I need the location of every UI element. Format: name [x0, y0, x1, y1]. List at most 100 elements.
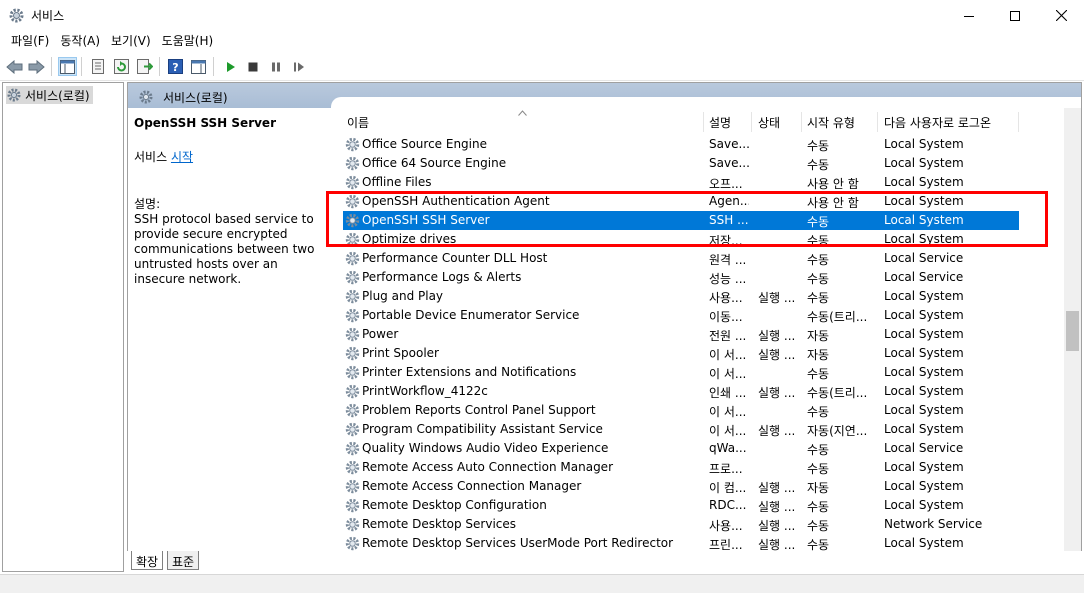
show-hide-action-pane-button[interactable]: [189, 57, 208, 76]
service-gear-icon: [345, 365, 360, 380]
service-name: Program Compatibility Assistant Service: [362, 422, 603, 436]
help-button[interactable]: ?: [166, 57, 185, 76]
service-gear-icon: [345, 498, 360, 513]
column-divider[interactable]: [1018, 112, 1019, 132]
show-hide-tree-button[interactable]: [58, 57, 77, 76]
maximize-button[interactable]: [992, 0, 1038, 31]
column-divider[interactable]: [703, 112, 704, 132]
show-hide-tree-icon: [60, 59, 75, 74]
service-name: Remote Access Connection Manager: [362, 479, 582, 493]
restart-service-button[interactable]: [289, 57, 308, 76]
start-service-link[interactable]: 시작: [171, 150, 193, 164]
service-log-on-as: Local System: [884, 460, 964, 474]
service-startup-type: 자동: [807, 348, 830, 362]
service-row[interactable]: Power 전원 ... 실행 ... 자동 Local System: [331, 325, 1064, 344]
service-log-on-as: Local System: [884, 289, 964, 303]
refresh-icon: [114, 59, 129, 74]
service-row[interactable]: Remote Access Connection Manager 이 컴... 실행…: [331, 477, 1064, 496]
service-gear-icon: [345, 175, 360, 190]
service-row[interactable]: Performance Logs & Alerts 성능 ... 수동 Local S…: [331, 268, 1064, 287]
column-header-startup-type[interactable]: 시작 유형: [807, 114, 855, 131]
service-name: Remote Desktop Services UserMode Port Re…: [362, 536, 674, 550]
service-status: 실행 ...: [758, 386, 796, 400]
service-log-on-as: Local System: [884, 384, 964, 398]
service-row[interactable]: Remote Desktop Services 사용... 실행 ... 수동 Netw…: [331, 515, 1064, 534]
toolbar-separator: [213, 57, 214, 76]
service-row[interactable]: PrintWorkflow_4122c 인쇄 ... 실행 ... 수동(트리... L…: [331, 382, 1064, 401]
vertical-scrollbar[interactable]: [1064, 108, 1081, 551]
service-description: Save...: [709, 137, 749, 151]
service-row[interactable]: Remote Desktop Services UserMode Port Re…: [331, 534, 1064, 551]
service-gear-icon: [345, 479, 360, 494]
service-row[interactable]: Office 64 Source Engine Save... 수동 Local Sy…: [331, 154, 1064, 173]
service-row[interactable]: Printer Extensions and Notifications 이 서.…: [331, 363, 1064, 382]
service-gear-icon: [345, 156, 360, 171]
services-gear-icon: [139, 90, 153, 104]
column-header-description[interactable]: 설명: [709, 114, 731, 131]
view-tabs: 확장 표준: [127, 551, 1082, 571]
back-button[interactable]: [5, 57, 24, 76]
maximize-icon: [1010, 10, 1020, 21]
stop-service-button[interactable]: [243, 57, 262, 76]
window-title: 서비스: [31, 9, 65, 23]
service-row[interactable]: Quality Windows Audio Video Experience qW…: [331, 439, 1064, 458]
service-name: Printer Extensions and Notifications: [362, 365, 577, 379]
description-text: SSH protocol based service to provide se…: [134, 212, 315, 286]
forward-button[interactable]: [27, 57, 46, 76]
tree-node-label: 서비스(로컬): [25, 88, 90, 103]
service-gear-icon: [345, 460, 360, 475]
service-description: 오프...: [709, 177, 743, 191]
service-row[interactable]: Office Source Engine Save... 수동 Local Syste…: [331, 135, 1064, 154]
pause-service-button[interactable]: [266, 57, 285, 76]
services-gear-icon: [9, 8, 24, 23]
service-name: Office 64 Source Engine: [362, 156, 507, 170]
refresh-button[interactable]: [112, 57, 131, 76]
tab-standard[interactable]: 표준: [167, 551, 200, 570]
tree-node-services-local[interactable]: 서비스(로컬): [6, 86, 93, 104]
service-startup-type: 수동: [807, 272, 830, 286]
service-log-on-as: Local Service: [884, 251, 964, 265]
stop-icon: [248, 62, 257, 71]
service-row[interactable]: Portable Device Enumerator Service 이동... 수…: [331, 306, 1064, 325]
start-service-button[interactable]: [220, 57, 239, 76]
service-row[interactable]: Problem Reports Control Panel Support 이 서…: [331, 401, 1064, 420]
column-divider[interactable]: [801, 112, 802, 132]
tab-extended[interactable]: 확장: [131, 551, 164, 570]
service-row[interactable]: Performance Counter DLL Host 원격 ... 수동 Loca…: [331, 249, 1064, 268]
menu-view[interactable]: 보기(V): [106, 31, 157, 52]
service-description: 이 컴...: [709, 481, 747, 495]
service-row[interactable]: Program Compatibility Assistant Service 이…: [331, 420, 1064, 439]
column-header-log-on-as[interactable]: 다음 사용자로 로그온: [884, 114, 991, 131]
menu-help[interactable]: 도움말(H): [157, 31, 220, 52]
toolbar-separator: [81, 57, 82, 76]
export-list-button[interactable]: [135, 57, 154, 76]
column-header-row: 이름 설명 상태 시작 유형 다음 사용자로 로그온: [331, 108, 1064, 134]
column-header-name[interactable]: 이름: [347, 114, 369, 131]
scrollbar-thumb[interactable]: [1066, 311, 1079, 351]
menu-action[interactable]: 동작(A): [55, 31, 106, 52]
service-status: 실행 ...: [758, 538, 796, 551]
service-row[interactable]: Offline Files 오프... 사용 안 함 Local System: [331, 173, 1064, 192]
menu-file[interactable]: 파일(F): [0, 31, 55, 52]
close-button[interactable]: [1038, 0, 1084, 31]
service-description: Save...: [709, 156, 749, 170]
service-gear-icon: [345, 403, 360, 418]
column-divider[interactable]: [877, 112, 878, 132]
service-row[interactable]: Print Spooler 이 서... 실행 ... 자동 Local System: [331, 344, 1064, 363]
back-icon: [6, 59, 23, 74]
service-gear-icon: [345, 251, 360, 266]
service-startup-type: 수동(트리...: [807, 386, 868, 400]
services-pane: 서비스(로컬) OpenSSH SSH Server 서비스 시작 설명: SS…: [127, 82, 1082, 552]
service-row[interactable]: Remote Access Auto Connection Manager 프로.…: [331, 458, 1064, 477]
properties-button[interactable]: [88, 57, 107, 76]
description-label: 설명:: [134, 197, 161, 211]
show-hide-action-pane-icon: [191, 59, 206, 74]
service-gear-icon: [345, 346, 360, 361]
service-row[interactable]: Remote Desktop Configuration RDC... 실행 ...…: [331, 496, 1064, 515]
service-row[interactable]: Plug and Play 사용... 실행 ... 수동 Local System: [331, 287, 1064, 306]
column-divider[interactable]: [751, 112, 752, 132]
service-description: 프린...: [709, 538, 743, 551]
column-header-status[interactable]: 상태: [758, 114, 780, 131]
service-name: Remote Desktop Services: [362, 517, 517, 531]
minimize-button[interactable]: [946, 0, 992, 31]
